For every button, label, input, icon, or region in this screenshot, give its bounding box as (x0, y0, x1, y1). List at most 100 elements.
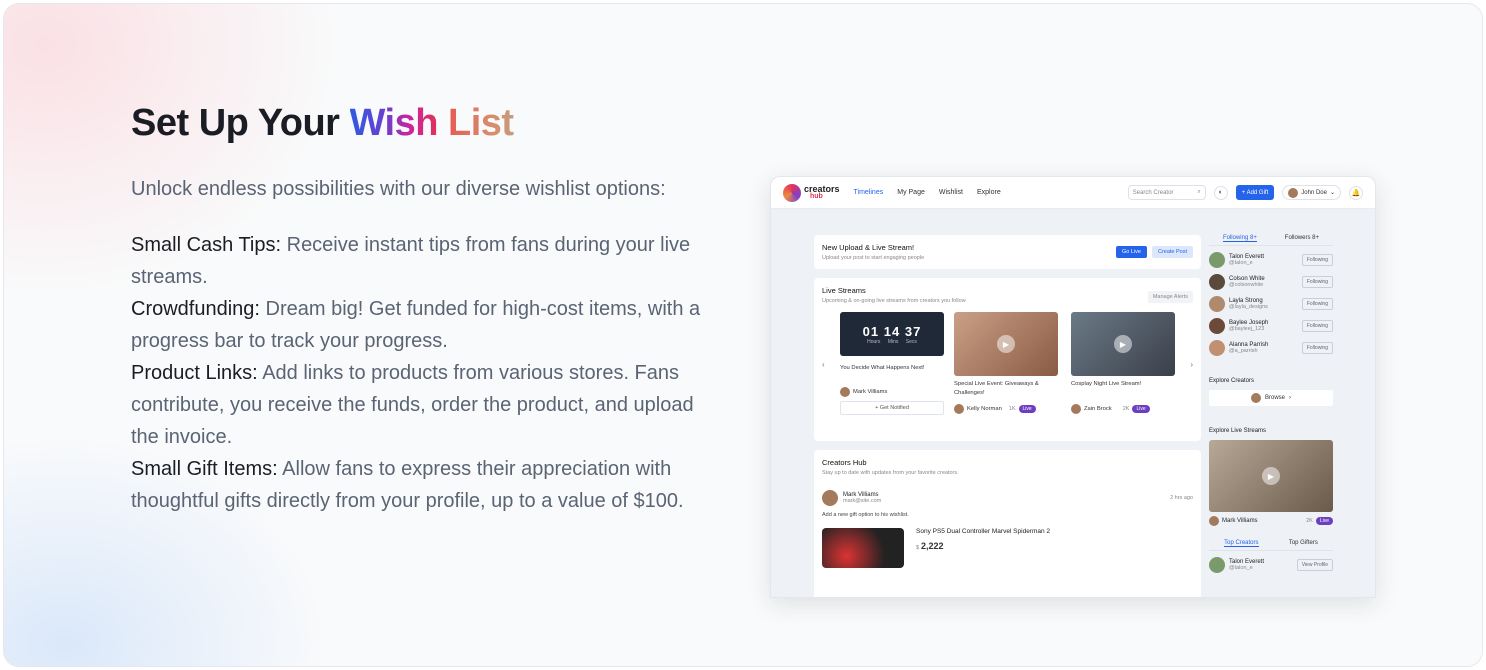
nav-explore[interactable]: Explore (977, 189, 1001, 196)
following-item: Alanna Parrish @a_parrish Following (1209, 340, 1333, 356)
nav-my-page[interactable]: My Page (897, 189, 925, 196)
explore-streams-title: Explore Live Streams (1209, 428, 1267, 434)
explore-stream-thumbnail[interactable]: ▶ (1209, 440, 1333, 512)
upcoming-stream-card[interactable]: 01 14 37 Hours Mins Secs You Decide What… (840, 312, 944, 415)
timer-hours: 01 (862, 323, 880, 339)
following-item: Colson White @colsonwhite Following (1209, 274, 1333, 290)
stream-viewers: 2K (1122, 406, 1130, 412)
tab-following-count: 8+ (1250, 235, 1257, 241)
feature-label: Crowdfunding: (131, 298, 260, 320)
top-creator-item: Talon Everett @talon_e View Profile (1209, 557, 1333, 573)
following-item: Layla Strong @layla_designs Following (1209, 296, 1333, 312)
theme-toggle-icon[interactable]: ◐ (1213, 185, 1228, 200)
stream-title: Cosplay Night Live Stream! (1071, 381, 1142, 387)
go-live-button[interactable]: Go Live (1115, 246, 1147, 258)
play-icon: ▶ (997, 335, 1015, 353)
feature-item: Small Cash Tips: Receive instant tips fr… (131, 229, 711, 293)
avatar (1209, 296, 1225, 312)
app-sidebar: Following 8+ Followers 8+ Talon Everett @… (1209, 235, 1333, 573)
tab-following[interactable]: Following 8+ (1222, 235, 1257, 242)
avatar (1250, 393, 1261, 403)
following-handle: @a_parrish (1229, 348, 1258, 354)
avatar (1209, 274, 1225, 290)
app-topbar: creators hub Timelines My Page Wishlist E… (771, 177, 1375, 209)
logo-bottom: hub (810, 192, 823, 200)
stream-creator: Kelly Norman (967, 405, 1002, 412)
following-handle: @bayleej_123 (1229, 326, 1265, 332)
following-item: Baylee Joseph @bayleej_123 Following (1209, 318, 1333, 334)
feature-list: Small Cash Tips: Receive instant tips fr… (131, 229, 711, 517)
following-button[interactable]: Following (1301, 254, 1333, 266)
timer-mins: 14 (883, 323, 901, 339)
live-streams-sub: Upcoming & on-going live streams from cr… (822, 298, 966, 304)
app-nav: Timelines My Page Wishlist Explore (854, 189, 1001, 196)
bell-icon[interactable]: 🔔 (1349, 185, 1363, 200)
countdown-timer: 01 14 37 Hours Mins Secs (840, 312, 944, 356)
live-streams-title: Live Streams (822, 286, 866, 295)
page-title: Set Up Your Wish List (131, 101, 711, 145)
explore-stream-viewers: 2K (1306, 518, 1313, 524)
following-button[interactable]: Following (1301, 342, 1333, 354)
stream-viewers: 1K (1008, 406, 1016, 412)
view-profile-button[interactable]: View Profile (1296, 559, 1333, 571)
upcoming-title: You Decide What Happens Next! (840, 365, 925, 371)
search-input[interactable]: Search Creator ⌕ (1127, 185, 1206, 200)
stream-card[interactable]: ▶ Special Live Event: Giveaways & Challe… (954, 312, 1061, 415)
following-handle: @colsonwhite (1229, 282, 1264, 288)
top-creator-handle: @talon_e (1229, 565, 1253, 571)
stream-creator: Zain Brock (1084, 405, 1112, 412)
app-screenshot: creators hub Timelines My Page Wishlist E… (770, 176, 1376, 598)
product-currency: $ (916, 545, 920, 551)
nav-wishlist[interactable]: Wishlist (939, 189, 963, 196)
create-post-button[interactable]: Create Post (1151, 246, 1193, 258)
next-arrow-icon[interactable]: › (1190, 360, 1193, 369)
hub-title: Creators Hub (822, 458, 867, 467)
product-price: 2,222 (921, 541, 944, 551)
upload-panel: New Upload & Live Stream! Upload your po… (814, 235, 1201, 269)
product-image (822, 528, 904, 568)
avatar (1288, 187, 1299, 198)
tab-top-gifters[interactable]: Top Gifters (1289, 540, 1318, 547)
manage-alerts-button[interactable]: Manage Alerts (1147, 290, 1193, 303)
live-badge: Live (1315, 517, 1333, 525)
tab-following-label: Following (1222, 235, 1249, 241)
prev-arrow-icon[interactable]: ‹ (822, 360, 825, 369)
title-wish: Wish (349, 102, 439, 144)
hero-text: Set Up Your Wish List Unlock endless pos… (131, 101, 711, 517)
feature-label: Small Gift Items: (131, 458, 278, 480)
feature-label: Small Cash Tips: (131, 234, 282, 256)
stream-title: Special Live Event: Giveaways & Challeng… (954, 381, 1039, 396)
avatar (1209, 516, 1219, 526)
creators-hub-panel: Creators Hub Stay up to date with update… (814, 450, 1201, 597)
browse-label: Browse (1264, 395, 1285, 401)
get-notified-button[interactable]: + Get Notified (840, 401, 944, 415)
user-menu[interactable]: John Doe ⌄ (1282, 185, 1341, 200)
add-gift-button[interactable]: + Add Gift (1235, 185, 1275, 200)
tab-followers[interactable]: Followers 8+ (1285, 235, 1319, 242)
following-button[interactable]: Following (1301, 298, 1333, 310)
avatar (822, 490, 838, 506)
avatar (1209, 318, 1225, 334)
feature-label: Product Links: (131, 362, 258, 384)
avatar (1209, 557, 1225, 573)
browse-button[interactable]: Browse › (1209, 390, 1333, 406)
search-placeholder: Search Creator (1132, 189, 1174, 196)
following-button[interactable]: Following (1301, 276, 1333, 288)
app-logo[interactable]: creators hub (783, 183, 840, 202)
avatar (954, 404, 964, 414)
nav-timelines[interactable]: Timelines (854, 189, 884, 196)
title-part: Set Up Your (131, 102, 350, 144)
timer-secs: 37 (904, 323, 922, 339)
tab-top-creators[interactable]: Top Creators (1224, 540, 1259, 547)
product-name: Sony PS5 Dual Controller Marvel Spiderma… (916, 528, 1051, 535)
search-icon: ⌕ (1197, 189, 1201, 195)
timer-units: Hours Mins Secs (867, 338, 917, 345)
following-button[interactable]: Following (1301, 320, 1333, 332)
stream-card[interactable]: ▶ Cosplay Night Live Stream! Zain Brock 2… (1071, 312, 1175, 415)
logo-icon (783, 183, 801, 202)
chevron-right-icon: › (1289, 395, 1291, 401)
avatar (1209, 340, 1225, 356)
upload-sub: Upload your post to start engaging peopl… (822, 255, 925, 261)
app-main: New Upload & Live Stream! Upload your po… (814, 235, 1201, 597)
explore-stream-creator: Mark Villiams (1222, 518, 1258, 524)
